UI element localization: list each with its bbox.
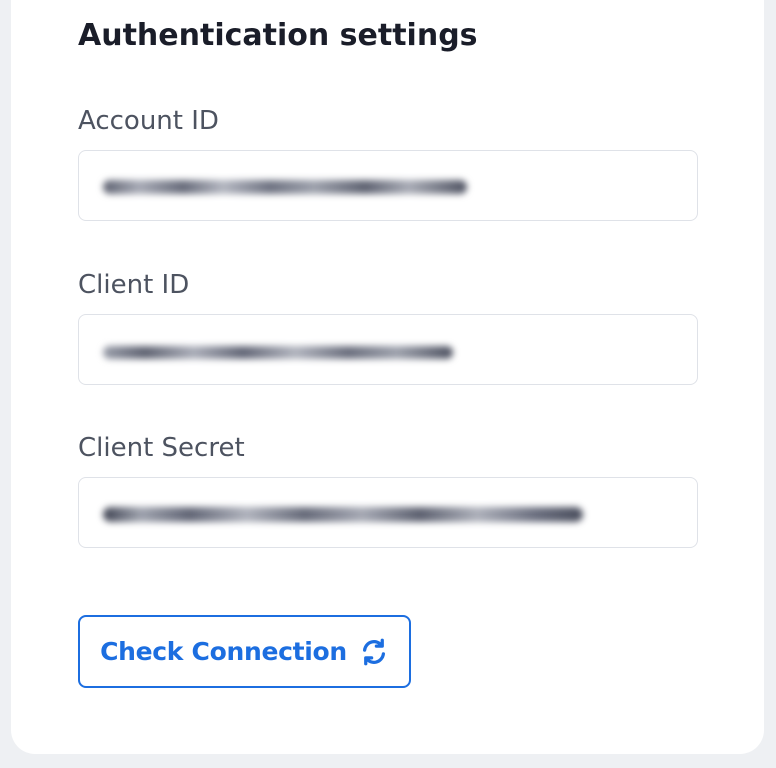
client-id-label: Client ID <box>78 270 190 300</box>
check-connection-label: Check Connection <box>100 637 347 666</box>
refresh-icon <box>359 637 389 667</box>
account-id-input[interactable] <box>78 150 698 221</box>
client-secret-input[interactable] <box>78 477 698 548</box>
check-connection-button[interactable]: Check Connection <box>78 615 411 688</box>
account-id-label: Account ID <box>78 106 219 136</box>
client-id-input[interactable] <box>78 314 698 385</box>
redacted-value <box>103 506 583 522</box>
client-secret-label: Client Secret <box>78 433 245 463</box>
redacted-value <box>103 345 453 359</box>
section-title: Authentication settings <box>78 18 478 53</box>
redacted-value <box>103 179 467 194</box>
